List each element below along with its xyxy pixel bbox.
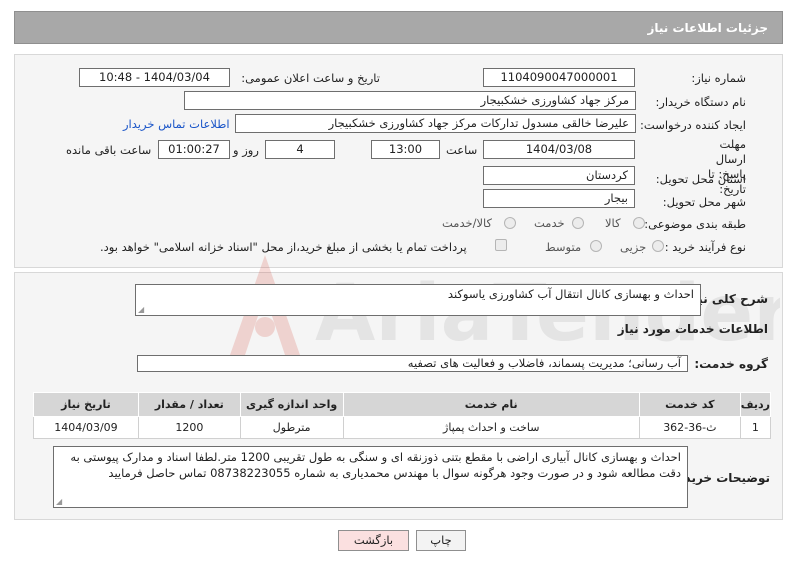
cell-need-date: 1404/03/09	[33, 416, 139, 439]
deadline-date-field: 1404/03/08	[483, 140, 635, 159]
process-radio-medium[interactable]	[590, 240, 602, 252]
buyer-field: مرکز جهاد کشاورزی خشکبیجار	[184, 91, 636, 110]
creator-label: ایجاد کننده درخواست:	[640, 118, 746, 132]
cell-row-number: 1	[739, 416, 772, 439]
days-remaining-field: 4	[265, 140, 335, 159]
summary-textarea[interactable]: احداث و بهسازی کانال انتقال آب کشاورزی ی…	[135, 284, 701, 316]
col-unit: واحد اندازه گیری	[239, 392, 344, 417]
cell-service-name: ساخت و احداث پمپاژ	[342, 416, 640, 439]
treasury-payment-checkbox[interactable]	[495, 239, 507, 251]
table-header-row: ردیف کد خدمت نام خدمت واحد اندازه گیری ت…	[33, 392, 772, 417]
announce-date-field: 1404/03/04 - 10:48	[79, 68, 230, 87]
category-option-service: خدمت	[534, 216, 565, 230]
process-radio-minor[interactable]	[652, 240, 664, 252]
need-number-label: شماره نیاز:	[691, 71, 746, 85]
buyer-contact-link[interactable]: اطلاعات تماس خریدار	[123, 117, 230, 131]
announce-date-label: تاریخ و ساعت اعلان عمومی:	[241, 71, 380, 85]
province-label: استان محل تحویل:	[655, 172, 746, 186]
process-option-medium: متوسط	[545, 240, 582, 254]
summary-text: احداث و بهسازی کانال انتقال آب کشاورزی ی…	[447, 287, 694, 301]
resize-grip-icon[interactable]: ◢	[56, 498, 62, 506]
category-label: طبقه بندی موضوعی:	[644, 217, 746, 231]
col-row-number: ردیف	[739, 392, 772, 417]
creator-field: علیرضا خالقی مسدول تدارکات مرکز جهاد کشا…	[235, 114, 636, 133]
category-radio-service[interactable]	[572, 217, 584, 229]
col-need-date: تاریخ نیاز	[33, 392, 139, 417]
process-option-minor: جزیی	[620, 240, 647, 254]
col-service-name: نام خدمت	[342, 392, 640, 417]
process-label: نوع فرآیند خرید :	[664, 240, 746, 254]
time-remaining-field: 01:00:27	[158, 140, 230, 159]
city-field: بیجار	[483, 189, 635, 208]
back-button[interactable]: بازگشت	[338, 530, 409, 551]
table-row[interactable]: 1 ث-36-362 ساخت و احداث پمپاژ مترطول 120…	[33, 416, 772, 439]
province-field: کردستان	[483, 166, 635, 185]
deadline-time-label: ساعت	[446, 143, 478, 157]
category-radio-goods[interactable]	[633, 217, 645, 229]
category-radio-goods-service[interactable]	[504, 217, 516, 229]
buyer-label: نام دستگاه خریدار:	[655, 95, 746, 109]
cell-unit: مترطول	[239, 416, 344, 439]
time-remaining-label: ساعت باقی مانده	[66, 143, 152, 157]
city-label: شهر محل تحویل:	[662, 195, 746, 209]
col-quantity: تعداد / مقدار	[137, 392, 241, 417]
deadline-label: مهلت ارسال پاسخ: تا تاریخ:	[708, 137, 746, 196]
page-title: جزئیات اطلاعات نیاز	[647, 21, 768, 35]
page-header: جزئیات اطلاعات نیاز	[14, 11, 783, 44]
services-section-title: اطلاعات خدمات مورد نیاز	[617, 322, 768, 336]
print-button[interactable]: چاپ	[416, 530, 466, 551]
col-service-code: کد خدمت	[638, 392, 741, 417]
category-option-goods: کالا	[605, 216, 621, 230]
resize-grip-icon[interactable]: ◢	[138, 306, 144, 314]
service-group-field: آب رسانی؛ مدیریت پسماند، فاضلاب و فعالیت…	[137, 355, 688, 372]
buyer-notes-text: احداث و بهسازی کانال آبیاری اراضی با مقط…	[70, 450, 681, 480]
cell-service-code: ث-36-362	[638, 416, 741, 439]
need-number-field: 1104090047000001	[483, 68, 635, 87]
treasury-payment-note: پرداخت تمام یا بخشی از مبلغ خرید،از محل …	[100, 240, 467, 254]
buyer-notes-textarea[interactable]: احداث و بهسازی کانال آبیاری اراضی با مقط…	[53, 446, 688, 508]
services-table: ردیف کد خدمت نام خدمت واحد اندازه گیری ت…	[33, 392, 772, 439]
days-label: روز و	[233, 143, 259, 157]
category-option-goods-service: کالا/خدمت	[442, 216, 493, 230]
cell-quantity: 1200	[137, 416, 241, 439]
deadline-time-field: 13:00	[371, 140, 440, 159]
service-group-label: گروه خدمت:	[694, 357, 768, 371]
